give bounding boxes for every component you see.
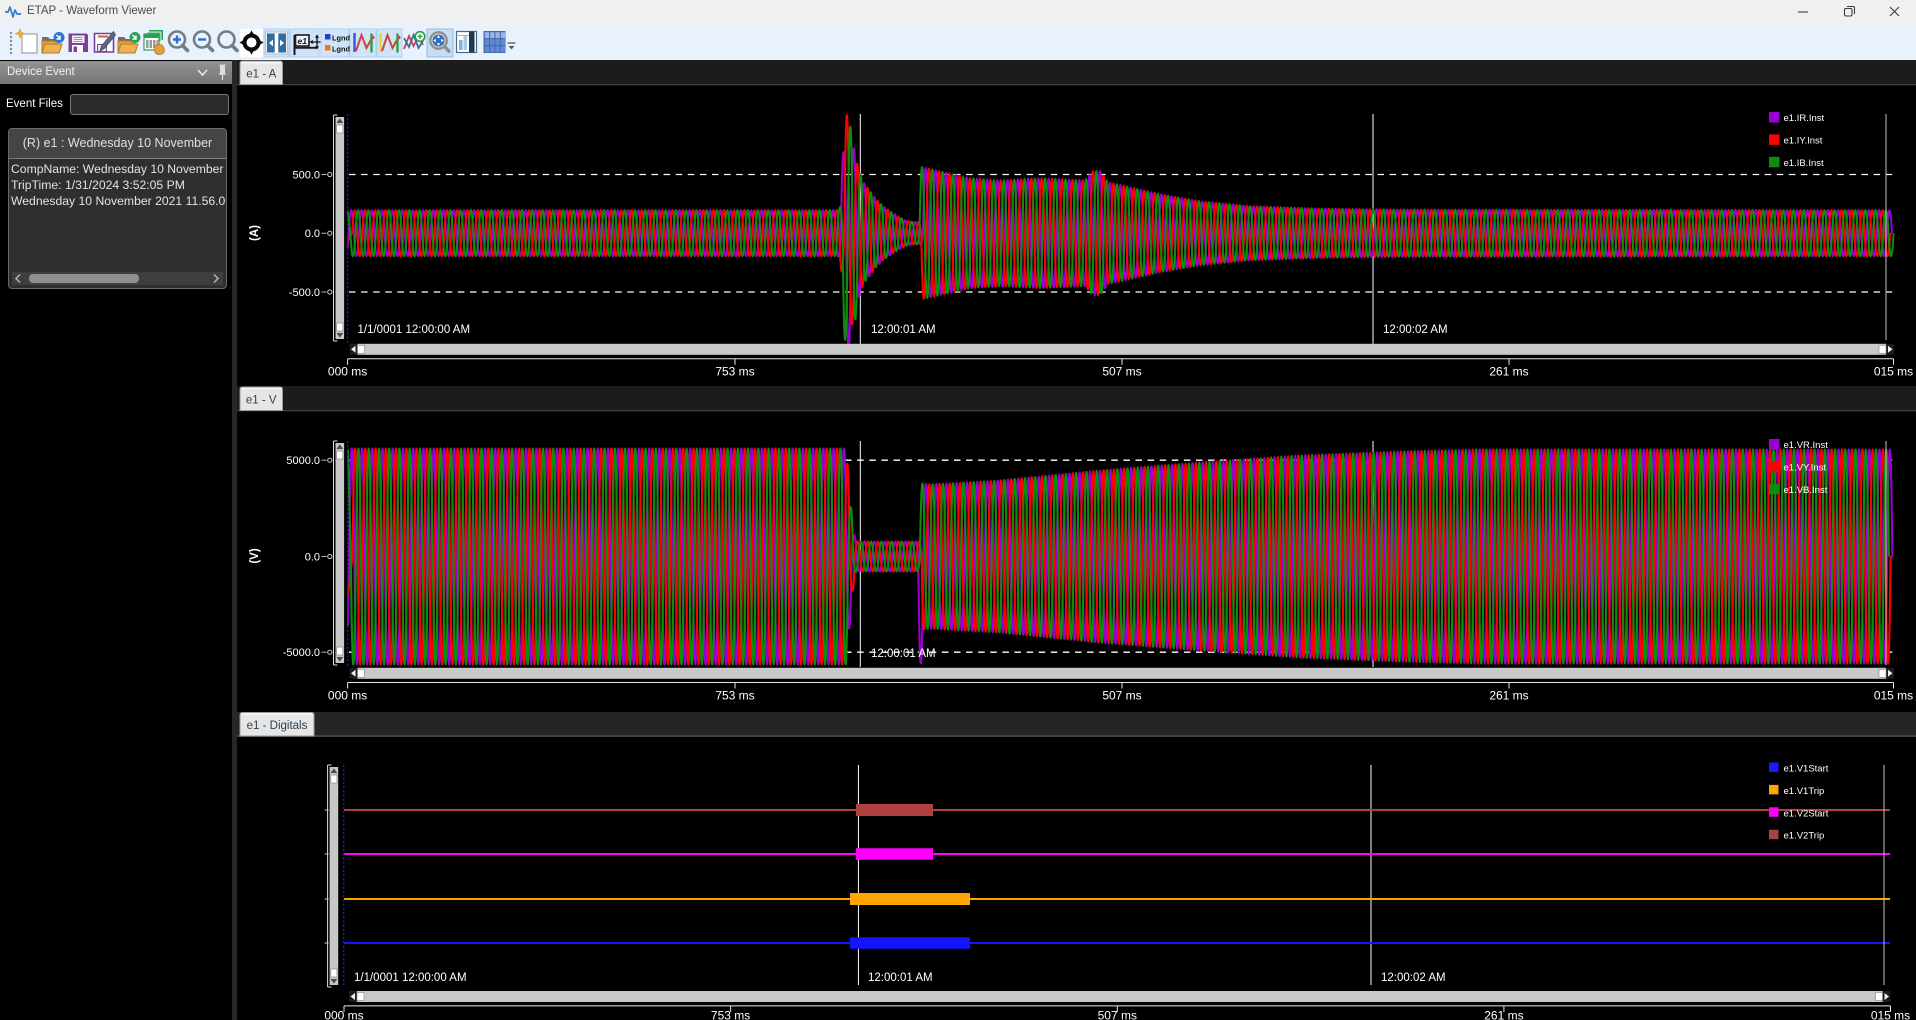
svg-text:e1: e1 — [298, 36, 308, 46]
svg-text:e1.V1Start: e1.V1Start — [1784, 764, 1829, 775]
svg-text:015 ms: 015 ms — [1874, 689, 1913, 703]
svg-text:e1.V2Trip: e1.V2Trip — [1784, 831, 1825, 842]
svg-text:500.0: 500.0 — [292, 170, 320, 182]
svg-text:(V): (V) — [249, 548, 261, 564]
svg-text:e1 - V: e1 - V — [246, 395, 277, 407]
svg-text:12:00:01 AM: 12:00:01 AM — [871, 648, 936, 660]
svg-text:12:00:01 AM: 12:00:01 AM — [871, 324, 936, 336]
svg-text:0.0: 0.0 — [305, 552, 320, 564]
svg-text:000 ms: 000 ms — [324, 1009, 363, 1020]
svg-text:-500.0: -500.0 — [289, 287, 320, 299]
svg-text:1/1/0001 12:00:00 AM: 1/1/0001 12:00:00 AM — [354, 972, 467, 984]
svg-text:015 ms: 015 ms — [1874, 365, 1913, 379]
svg-text:000 ms: 000 ms — [328, 365, 367, 379]
svg-text:753 ms: 753 ms — [715, 365, 754, 379]
svg-text:5000.0: 5000.0 — [286, 455, 320, 467]
svg-text:507 ms: 507 ms — [1098, 1009, 1137, 1020]
svg-text:507 ms: 507 ms — [1102, 689, 1141, 703]
svg-text:753 ms: 753 ms — [711, 1009, 750, 1020]
svg-text:12:00:02 AM: 12:00:02 AM — [1381, 972, 1446, 984]
svg-text:Lgnd: Lgnd — [332, 45, 351, 54]
svg-text:12:00:01 AM: 12:00:01 AM — [868, 972, 933, 984]
svg-text:753 ms: 753 ms — [715, 689, 754, 703]
svg-text:Lgnd: Lgnd — [332, 34, 351, 43]
svg-text:-5000.0: -5000.0 — [283, 647, 320, 659]
svg-text:015 ms: 015 ms — [1871, 1009, 1910, 1020]
svg-text:261 ms: 261 ms — [1489, 689, 1528, 703]
svg-text:e1.VY.Inst: e1.VY.Inst — [1784, 462, 1827, 473]
svg-text:261 ms: 261 ms — [1489, 365, 1528, 379]
svg-text:e1.IB.Inst: e1.IB.Inst — [1784, 158, 1824, 169]
svg-text:e1 - Digitals: e1 - Digitals — [247, 720, 308, 732]
svg-text:e1 - A: e1 - A — [246, 69, 276, 81]
svg-text:e1.IY.Inst: e1.IY.Inst — [1784, 135, 1823, 146]
svg-text:e1.VR.Inst: e1.VR.Inst — [1784, 440, 1829, 451]
svg-text:1/1/0001 12:00:00 AM: 1/1/0001 12:00:00 AM — [358, 324, 471, 336]
svg-text:000 ms: 000 ms — [328, 689, 367, 703]
svg-text:e1.IR.Inst: e1.IR.Inst — [1784, 113, 1825, 124]
svg-text:12:00:02 AM: 12:00:02 AM — [1383, 324, 1448, 336]
svg-text:e1.VB.Inst: e1.VB.Inst — [1784, 485, 1828, 496]
svg-text:0.0: 0.0 — [305, 228, 320, 240]
svg-text:e1.V2Start: e1.V2Start — [1784, 808, 1829, 819]
svg-text:e1.V1Trip: e1.V1Trip — [1784, 786, 1825, 797]
svg-text:(A): (A) — [249, 225, 261, 241]
svg-text:261 ms: 261 ms — [1484, 1009, 1523, 1020]
svg-text:507 ms: 507 ms — [1102, 365, 1141, 379]
